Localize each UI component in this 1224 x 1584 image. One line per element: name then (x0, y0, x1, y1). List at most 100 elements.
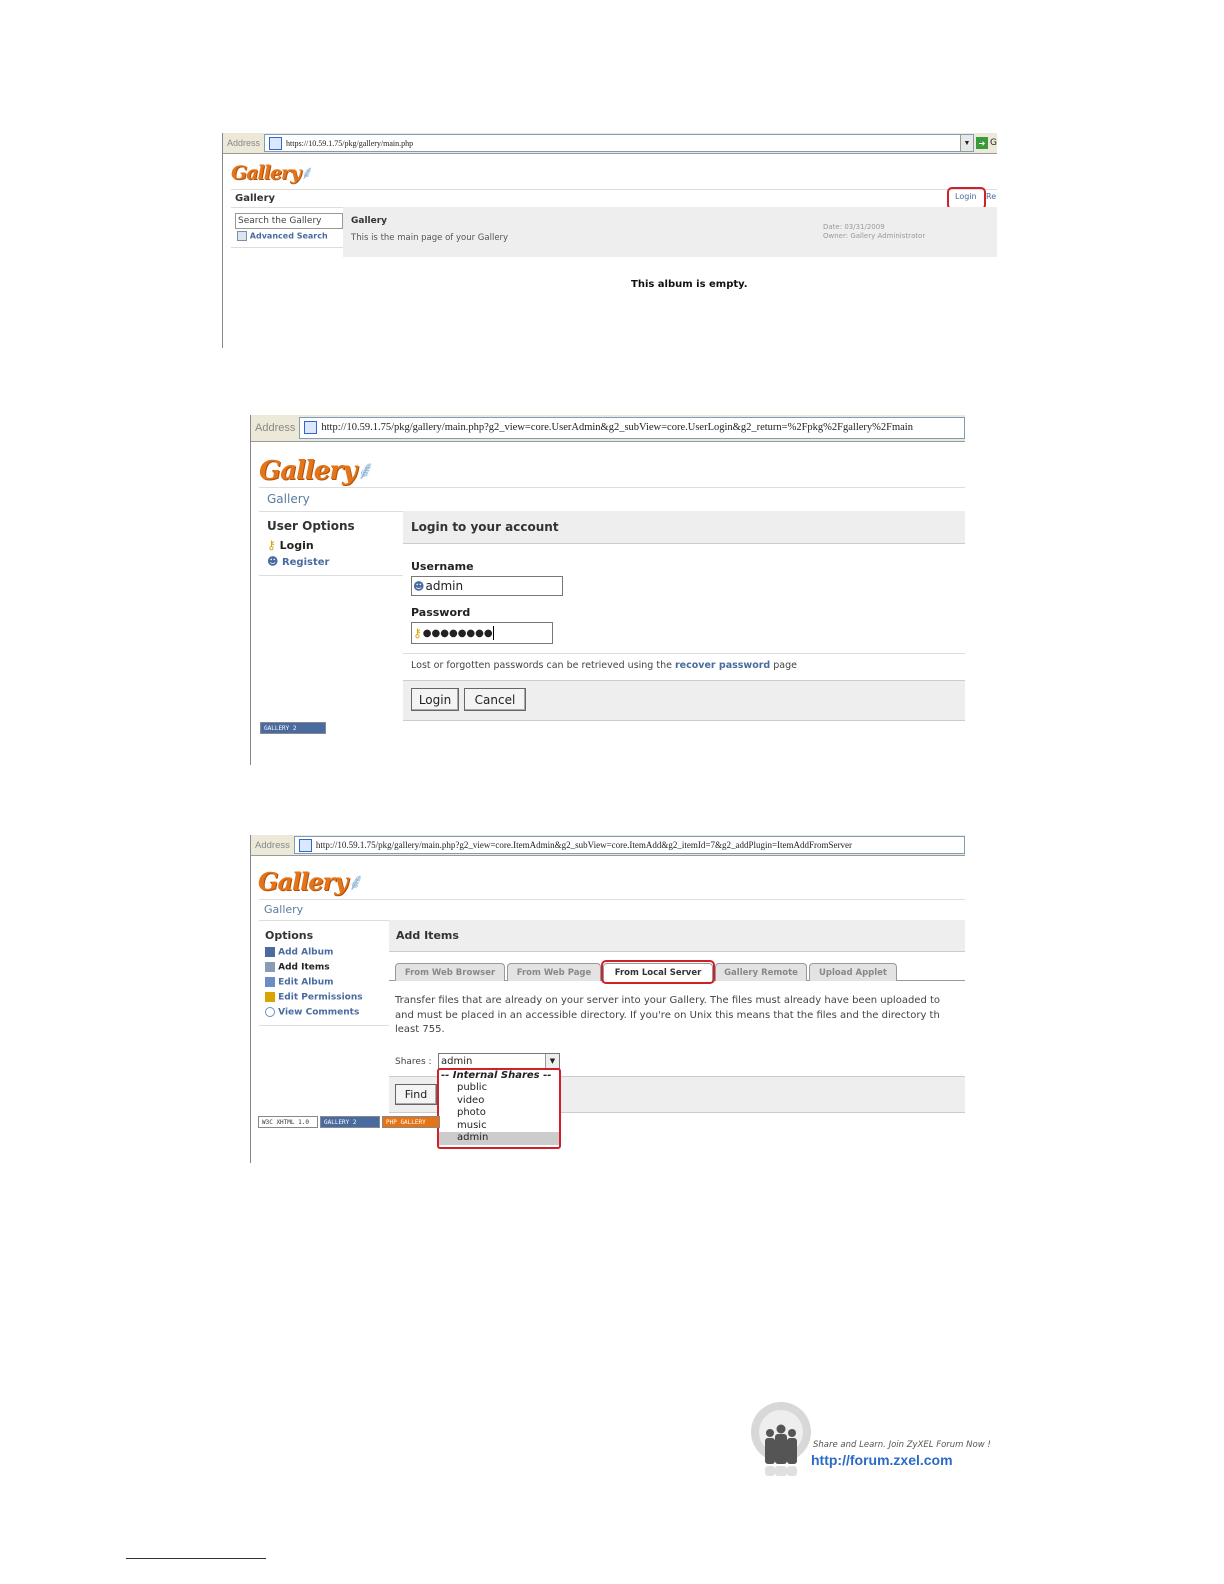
desc-line-1: Transfer files that are already on your … (395, 995, 941, 1006)
login-heading: Login to your account (411, 520, 559, 534)
forum-url[interactable]: http://forum.zxel.com (811, 1452, 953, 1468)
address-label: Address (255, 839, 290, 851)
url-text: https://10.59.1.75/pkg/gallery/main.php (286, 138, 414, 148)
tab-from-web-page[interactable]: From Web Page (507, 963, 601, 981)
empty-album-message: This album is empty. (631, 279, 748, 290)
page-icon (304, 421, 318, 435)
local-server-highlight (601, 960, 715, 984)
login-heading-bar: Login to your account (403, 511, 965, 544)
url-text: http://10.59.1.75/pkg/gallery/main.php?g… (315, 840, 853, 850)
address-bar: Address http://10.59.1.75/pkg/gallery/ma… (251, 835, 965, 856)
screenshot-gallery-main: Address https://10.59.1.75/pkg/gallery/m… (222, 133, 997, 348)
search-input[interactable]: Search the Gallery (235, 213, 343, 229)
chevron-down-icon[interactable]: ▼ (545, 1054, 559, 1068)
gallery-logo-text: Gallery (258, 867, 348, 896)
add-items-heading-bar: Add Items (389, 920, 965, 952)
address-label: Address (255, 422, 296, 434)
album-title: Gallery (351, 216, 388, 226)
username-value: admin (425, 579, 464, 593)
feather-icon: ⸙ (356, 456, 375, 486)
edit-icon (265, 977, 275, 987)
sidebar-item-edit-permissions[interactable]: Edit Permissions (265, 992, 363, 1003)
username-field[interactable]: ☻ admin (411, 576, 563, 596)
gallery-badge-text: GALLERY 2 (264, 724, 297, 732)
feather-icon: ⸙ (347, 868, 365, 896)
recover-password-link[interactable]: recover password (675, 660, 770, 671)
key-icon: ⚷ (413, 626, 422, 640)
breadcrumb[interactable]: Gallery (235, 193, 275, 204)
password-label: Password (411, 606, 471, 619)
recover-text: Lost or forgotten passwords can be retri… (411, 660, 797, 671)
find-button[interactable]: Find (395, 1084, 437, 1105)
php-badge-text: PHP GALLERY (386, 1118, 426, 1126)
gallery-logo-text: Gallery (231, 162, 301, 184)
go-arrow-icon[interactable]: ➔ (976, 137, 989, 149)
password-field[interactable]: ⚷ ●●●●●●●● (411, 622, 553, 644)
address-label: Address (227, 138, 261, 148)
gallery-badge-text: GALLERY 2 (324, 1118, 357, 1126)
php-badge[interactable]: PHP GALLERY (382, 1116, 440, 1128)
zyxel-forum-logo (748, 1396, 814, 1478)
recover-before: Lost or forgotten passwords can be retri… (411, 660, 672, 671)
breadcrumb[interactable]: Gallery (267, 492, 310, 506)
sidebar-item-add-items[interactable]: Add Items (265, 962, 330, 973)
screenshot-gallery-add-items: Address http://10.59.1.75/pkg/gallery/ma… (250, 835, 965, 1163)
breadcrumb[interactable]: Gallery (264, 903, 303, 916)
feather-icon: ⸙ (300, 162, 314, 184)
album-description: This is the main page of your Gallery (351, 233, 509, 243)
password-value: ●●●●●●●● (422, 627, 493, 639)
search-icon (237, 231, 247, 241)
gallery2-badge[interactable]: GALLERY 2 (320, 1116, 380, 1128)
cancel-button[interactable]: Cancel (464, 688, 526, 711)
sidebar-item-login[interactable]: ⚷ Login (267, 538, 314, 552)
url-input[interactable]: http://10.59.1.75/pkg/gallery/main.php?g… (299, 416, 965, 440)
register-link-partial[interactable]: Re (986, 192, 996, 201)
edit-album-label: Edit Album (278, 977, 334, 988)
comments-icon (265, 1007, 275, 1017)
transfer-description: Transfer files that are already on your … (395, 994, 940, 1038)
gallery-logo-text: Gallery (259, 456, 357, 486)
forum-tagline: Share and Learn. Join ZyXEL Forum Now ! (813, 1440, 991, 1450)
people-icon (751, 1402, 811, 1476)
page-icon (298, 838, 312, 852)
gallery-logo: Gallery⸙ (231, 159, 314, 185)
add-items-heading: Add Items (396, 929, 459, 942)
album-header: Gallery This is the main page of your Ga… (343, 207, 997, 257)
sidebar-item-add-album[interactable]: Add Album (265, 947, 333, 958)
add-items-icon (265, 962, 275, 972)
sidebar-item-view-comments[interactable]: View Comments (265, 1007, 359, 1018)
screenshot-gallery-login: Address http://10.59.1.75/pkg/gallery/ma… (250, 415, 965, 765)
desc-line-3: least 755. (395, 1024, 445, 1035)
page-icon (269, 136, 283, 150)
tab-from-web-browser[interactable]: From Web Browser (395, 963, 505, 981)
login-button[interactable]: Login (411, 688, 459, 711)
text-cursor (492, 626, 494, 640)
sidebar-register-label: Register (281, 557, 330, 568)
tab-gallery-remote[interactable]: Gallery Remote (715, 963, 807, 981)
username-label: Username (411, 560, 474, 573)
url-text: http://10.59.1.75/pkg/gallery/main.php?g… (321, 422, 913, 434)
key-icon: ⚷ (267, 538, 276, 552)
shares-label: Shares : (395, 1057, 432, 1067)
go-label[interactable]: G (990, 138, 997, 148)
footnote-separator (126, 1558, 266, 1559)
shares-select[interactable]: admin ▼ (438, 1053, 560, 1069)
dropdown-highlight (437, 1068, 561, 1149)
gallery2-badge[interactable]: GALLERY 2 (260, 722, 326, 734)
url-input[interactable]: https://10.59.1.75/pkg/gallery/main.php … (264, 134, 975, 152)
advanced-search-link[interactable]: Advanced Search (237, 231, 328, 241)
sidebar-item-edit-album[interactable]: Edit Album (265, 977, 334, 988)
gallery-logo: Gallery⸙ (258, 865, 365, 898)
sidebar-item-register[interactable]: ☻ Register (267, 555, 329, 568)
recover-after: page (773, 660, 797, 671)
tab-upload-applet[interactable]: Upload Applet (809, 963, 897, 981)
add-items-label: Add Items (278, 962, 330, 973)
w3c-badge[interactable]: W3C XHTML 1.0 (258, 1116, 318, 1128)
advanced-search-label: Advanced Search (249, 231, 328, 241)
dropdown-arrow-icon[interactable]: ▼ (960, 135, 974, 151)
user-icon: ☻ (267, 555, 279, 568)
desc-line-2: and must be placed in an accessible dire… (395, 1009, 940, 1021)
url-input[interactable]: http://10.59.1.75/pkg/gallery/main.php?g… (293, 836, 965, 854)
sidebar-title: User Options (267, 519, 355, 533)
sidebar-login-label: Login (279, 539, 314, 552)
